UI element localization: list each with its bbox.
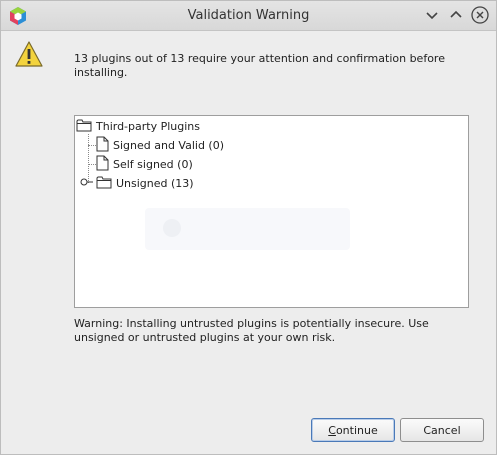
placeholder-circle	[163, 219, 181, 237]
tree-node-signed-and-valid[interactable]: Signed and Valid (0)	[96, 136, 224, 154]
cancel-button[interactable]: Cancel	[400, 418, 484, 442]
title-bar[interactable]: Validation Warning	[1, 1, 496, 31]
close-icon	[471, 6, 489, 24]
plugin-tree[interactable]: Third-party Plugins Signed and Valid (0)…	[74, 115, 469, 308]
maximize-button[interactable]	[446, 5, 466, 25]
continue-button[interactable]: Continue	[311, 418, 395, 442]
chevron-up-icon	[450, 10, 462, 18]
continue-label: ontinue	[335, 424, 378, 437]
folder-open-icon	[76, 118, 92, 135]
loading-placeholder	[145, 208, 350, 250]
validation-warning-dialog: Validation Warning 13 plugins out of 13 …	[0, 0, 497, 455]
document-icon	[96, 136, 109, 155]
close-button[interactable]	[470, 5, 490, 25]
tree-node-third-party-plugins[interactable]: Third-party Plugins	[76, 117, 200, 135]
folder-icon	[96, 175, 112, 192]
tree-node-label: Third-party Plugins	[96, 119, 200, 133]
tree-node-label: Signed and Valid (0)	[113, 138, 225, 152]
attention-message: 13 plugins out of 13 require your attent…	[74, 52, 445, 79]
tree-guide-line	[88, 164, 96, 165]
continue-mnemonic: C	[328, 424, 336, 437]
risk-warning-text: Warning: Installing untrusted plugins is…	[74, 317, 429, 344]
tree-node-label: Unsigned (13)	[116, 176, 194, 190]
expand-handle-icon[interactable]	[80, 177, 94, 190]
tree-guide-line	[88, 145, 96, 146]
document-icon	[96, 155, 109, 174]
chevron-down-icon	[426, 12, 438, 20]
warning-icon	[14, 40, 44, 68]
tree-node-label: Self signed (0)	[113, 157, 193, 171]
tree-node-unsigned[interactable]: Unsigned (13)	[80, 174, 194, 192]
minimize-button[interactable]	[422, 5, 442, 25]
tree-node-self-signed[interactable]: Self signed (0)	[96, 155, 193, 173]
